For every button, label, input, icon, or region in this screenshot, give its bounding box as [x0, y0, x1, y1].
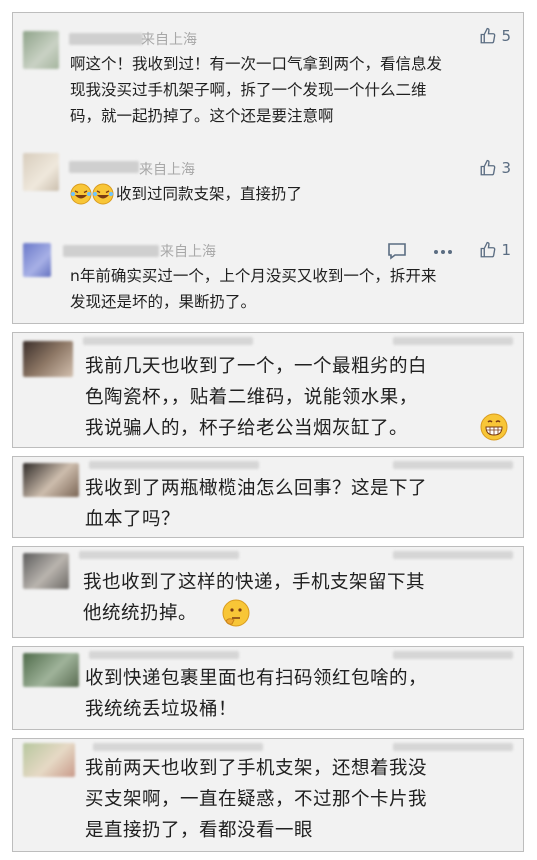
- laughing-tears-emoji-icon: [70, 183, 92, 205]
- reply-text: 啊这个！我收到过！有一次一口气拿到两个，看信息发 现我没买过手机架子啊，拆了一个…: [70, 55, 443, 125]
- laughing-tears-emoji-icon: [92, 183, 114, 205]
- avatar[interactable]: [23, 653, 79, 687]
- avatar[interactable]: [23, 743, 75, 777]
- reply-line: 收到过同款支架，直接扔了: [70, 181, 302, 207]
- thumbs-up-icon: [481, 241, 496, 258]
- thinking-face-emoji-icon: [222, 599, 250, 627]
- username-blurred[interactable]: [79, 551, 239, 559]
- username-blurred[interactable]: [83, 337, 253, 345]
- thumbs-up-icon: [481, 27, 496, 44]
- username-blurred[interactable]: [69, 33, 143, 45]
- avatar[interactable]: [23, 463, 79, 497]
- comment-text: 收到快递包裹里面也有扫码领红包啥的， 我统统丢垃圾桶！: [85, 668, 428, 720]
- location-label: 来自上海: [160, 244, 216, 260]
- like-count: 1: [501, 241, 511, 259]
- comment-text: 我前几天也收到了一个，一个最粗劣的白 色陶瓷杯，，贴着二维码，说能领水果， 我说…: [85, 356, 428, 439]
- location-label: 来自上海: [141, 32, 197, 48]
- avatar[interactable]: [23, 243, 51, 277]
- timestamp-blurred: [393, 551, 513, 559]
- comment-text: 我也收到了这样的快递，手机支架留下其 他统统扔掉。: [83, 572, 426, 624]
- avatar[interactable]: [23, 341, 73, 377]
- reply-text: 收到过同款支架，直接扔了: [116, 185, 303, 203]
- username-blurred[interactable]: [93, 743, 263, 751]
- timestamp-blurred: [393, 743, 513, 751]
- avatar[interactable]: [23, 553, 69, 589]
- location-label: 来自上海: [139, 162, 195, 178]
- comment-thread-card: 来自上海 5 啊这个！我收到过！有一次一口气拿到两个，看信息发 现我没买过手机架…: [12, 12, 524, 324]
- username-blurred[interactable]: [63, 245, 159, 257]
- comment-card: 我也收到了这样的快递，手机支架留下其 他统统扔掉。: [12, 546, 524, 638]
- username-blurred[interactable]: [89, 651, 239, 659]
- grinning-face-emoji-icon: [480, 413, 508, 441]
- username-blurred[interactable]: [89, 461, 259, 469]
- reply-text: n年前确实买过一个，上个月没买又收到一个，拆开来 发现还是坏的，果断扔了。: [70, 267, 437, 311]
- avatar[interactable]: [23, 31, 59, 69]
- avatar[interactable]: [23, 153, 59, 191]
- like-button[interactable]: 3: [479, 159, 511, 177]
- comment-card: 我前两天也收到了手机支架，还想着我没 买支架啊，一直在疑惑，不过那个卡片我 是直…: [12, 738, 524, 852]
- like-button[interactable]: 1: [479, 241, 511, 259]
- like-count: 5: [501, 27, 511, 45]
- timestamp-blurred: [393, 461, 513, 469]
- like-button[interactable]: 5: [479, 27, 511, 45]
- comment-text: 我收到了两瓶橄榄油怎么回事？这是下了 血本了吗？: [85, 478, 428, 530]
- more-options-icon[interactable]: [433, 249, 453, 255]
- thumbs-up-icon: [481, 159, 496, 176]
- comment-text: 我前两天也收到了手机支架，还想着我没 买支架啊，一直在疑惑，不过那个卡片我 是直…: [85, 758, 428, 841]
- like-count: 3: [501, 159, 511, 177]
- comment-card: 收到快递包裹里面也有扫码领红包啥的， 我统统丢垃圾桶！: [12, 646, 524, 730]
- comment-card: 我收到了两瓶橄榄油怎么回事？这是下了 血本了吗？: [12, 456, 524, 538]
- reply-comment-icon[interactable]: [387, 242, 407, 260]
- timestamp-blurred: [393, 651, 513, 659]
- username-blurred[interactable]: [69, 161, 139, 173]
- timestamp-blurred: [393, 337, 513, 345]
- comment-card: 我前几天也收到了一个，一个最粗劣的白 色陶瓷杯，，贴着二维码，说能领水果， 我说…: [12, 332, 524, 448]
